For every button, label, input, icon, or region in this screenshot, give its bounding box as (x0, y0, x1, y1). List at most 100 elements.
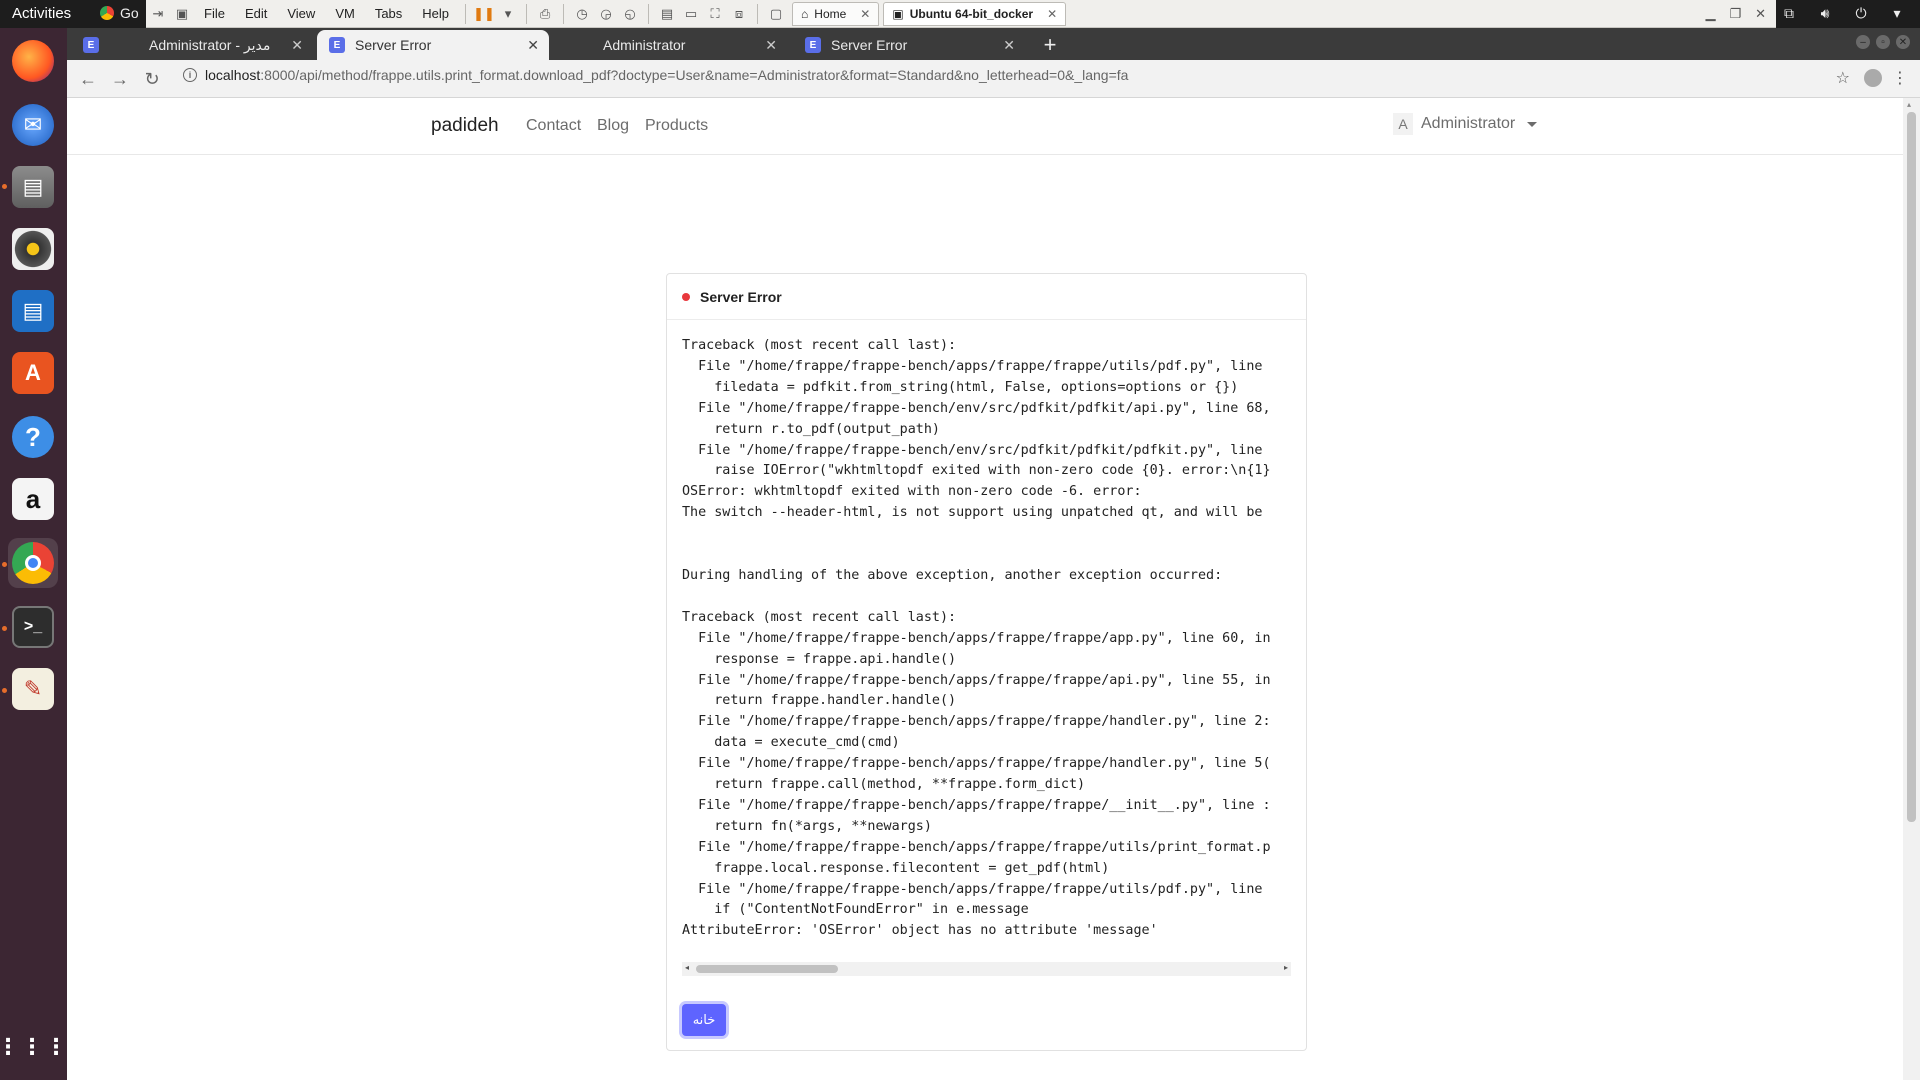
dock-firefox[interactable] (8, 36, 58, 86)
user-name: Administrator (1421, 115, 1516, 132)
fullscreen-icon[interactable]: ⛶ (703, 3, 727, 25)
chrome-icon (12, 542, 54, 584)
divider (465, 3, 467, 24)
amazon-icon: a (12, 478, 54, 520)
vm-tab-label: Ubuntu 64-bit_docker (909, 6, 1034, 21)
home-button[interactable]: خانه (682, 1004, 726, 1036)
dock-software[interactable]: A (8, 348, 58, 398)
maximize-icon[interactable]: ▫ (1876, 35, 1890, 49)
close-icon[interactable]: ✕ (1047, 7, 1057, 21)
close-icon[interactable]: ✕ (1896, 35, 1910, 49)
system-tray: ⧉ 🔊︎ ⏻ ▾ (1780, 4, 1906, 22)
dock-files[interactable]: ▤ (8, 162, 58, 212)
vm-menu-tabs[interactable]: Tabs (365, 6, 412, 21)
browser-tab-label: Server Error (355, 37, 432, 53)
dock-amazon[interactable]: a (8, 474, 58, 524)
dock-show-applications[interactable]: ⋮⋮⋮ (0, 1022, 67, 1072)
close-icon[interactable]: ✕ (1755, 6, 1766, 22)
vm-settings-icon[interactable]: ▣ (170, 3, 194, 25)
site-brand[interactable]: padideh (431, 115, 499, 137)
snapshot-icon[interactable]: ◷ (570, 3, 594, 25)
vm-menu-help[interactable]: Help (412, 6, 459, 21)
browser-tab-server-error-active[interactable]: E Server Error ✕ (317, 30, 549, 60)
vm-tab-home[interactable]: ⌂ Home ✕ (792, 1, 880, 26)
terminal-icon: >_ (12, 606, 54, 648)
close-icon[interactable]: ✕ (765, 37, 777, 54)
menu-dots-icon[interactable]: ⋮ (1892, 68, 1908, 88)
favicon-icon: E (329, 37, 345, 53)
maximize-icon[interactable]: ❐ (1729, 6, 1741, 22)
scrollbar-thumb[interactable] (696, 965, 838, 973)
snapshot-restore-icon[interactable]: ◶ (594, 3, 618, 25)
dock-terminal[interactable]: >_ (8, 602, 58, 652)
minimize-icon[interactable]: ▁ (1705, 6, 1715, 22)
focused-app-indicator[interactable]: Go (100, 5, 139, 21)
dock-chrome[interactable] (8, 538, 58, 588)
library-icon[interactable]: ▤ (655, 3, 679, 25)
scrollbar-thumb[interactable] (1907, 112, 1916, 822)
chrome-window: E Administrator - مدیر ✕ E Server Error … (67, 28, 1920, 1080)
ubuntu-dock: ✉ ▤ ▤ A ? a >_ ✎ ⋮⋮⋮ (0, 28, 67, 1080)
scroll-up-icon[interactable]: ▴ (1907, 100, 1911, 109)
browser-tab-strip: E Administrator - مدیر ✕ E Server Error … (67, 28, 1920, 60)
user-dropdown[interactable]: A Administrator (1393, 113, 1538, 135)
pause-icon[interactable]: ❚❚ (472, 3, 496, 25)
volume-icon[interactable]: 🔊︎ (1816, 4, 1834, 22)
error-indicator-icon (682, 292, 690, 301)
close-icon[interactable]: ✕ (291, 37, 303, 54)
traceback-panel[interactable]: Traceback (most recent call last): File … (682, 336, 1291, 960)
help-icon: ? (12, 416, 54, 458)
error-card-header: Server Error (667, 274, 1306, 320)
chevron-down-icon[interactable]: ▾ (1888, 4, 1906, 22)
text-editor-icon: ✎ (12, 668, 54, 710)
nav-link-products[interactable]: Products (645, 117, 708, 135)
vm-tab-ubuntu[interactable]: ▣ Ubuntu 64-bit_docker ✕ (883, 1, 1067, 26)
address-bar[interactable]: i localhost:8000/api/method/frappe.utils… (183, 67, 1128, 83)
pin-icon[interactable]: ⇥ (146, 3, 170, 25)
power-icon[interactable]: ⏻ (1852, 4, 1870, 22)
divider (648, 3, 650, 24)
minimize-icon[interactable]: – (1856, 35, 1870, 49)
vm-menu-view[interactable]: View (277, 6, 325, 21)
nav-link-blog[interactable]: Blog (597, 117, 629, 135)
unity-icon[interactable]: ⧈ (727, 3, 751, 25)
console-view-icon[interactable]: ▢ (764, 3, 788, 25)
vm-menu-edit[interactable]: Edit (235, 6, 277, 21)
activities-button[interactable]: Activities (12, 5, 71, 22)
dock-help[interactable]: ? (8, 412, 58, 462)
reload-icon[interactable]: ↻ (141, 68, 163, 90)
network-icon[interactable]: ⧉ (1780, 4, 1798, 22)
browser-tab-administrator[interactable]: Administrator ✕ (555, 30, 787, 60)
close-icon[interactable]: ✕ (1003, 37, 1015, 54)
browser-tab-server-error[interactable]: E Server Error ✕ (793, 30, 1025, 60)
dock-text-editor[interactable]: ✎ (8, 664, 58, 714)
chevron-down-icon[interactable]: ▾ (496, 3, 520, 25)
browser-tab-administrator-fa[interactable]: E Administrator - مدیر ✕ (71, 30, 313, 60)
scroll-left-icon[interactable]: ◂ (685, 963, 689, 972)
close-icon[interactable]: ✕ (527, 37, 539, 54)
chrome-icon-center (25, 555, 41, 571)
avatar: A (1393, 113, 1413, 135)
back-arrow-icon[interactable]: ← (77, 68, 99, 90)
horizontal-scrollbar[interactable]: ◂ ▸ (682, 962, 1291, 976)
thumbnail-icon[interactable]: ▭ (679, 3, 703, 25)
vm-icon: ▣ (892, 6, 904, 21)
bookmark-star-icon[interactable]: ☆ (1836, 68, 1850, 88)
speaker-icon (12, 228, 54, 270)
vm-menu-file[interactable]: File (194, 6, 235, 21)
scroll-right-icon[interactable]: ▸ (1284, 963, 1288, 972)
dock-thunderbird[interactable]: ✉ (8, 100, 58, 150)
dock-rhythmbox[interactable] (8, 224, 58, 274)
vm-menu-vm[interactable]: VM (325, 6, 365, 21)
snapshot-manager-icon[interactable]: ◵ (618, 3, 642, 25)
new-tab-button[interactable]: + (1037, 32, 1063, 58)
send-keys-icon[interactable]: ⎙ (533, 3, 557, 25)
dock-writer[interactable]: ▤ (8, 286, 58, 336)
close-icon[interactable]: ✕ (860, 7, 870, 21)
browser-tab-label: Server Error (831, 37, 908, 53)
vertical-scrollbar[interactable]: ▴ (1903, 98, 1920, 1080)
nav-link-contact[interactable]: Contact (526, 117, 581, 135)
profile-avatar-icon[interactable] (1864, 69, 1882, 87)
info-icon[interactable]: i (183, 68, 197, 82)
forward-arrow-icon[interactable]: → (109, 68, 131, 90)
